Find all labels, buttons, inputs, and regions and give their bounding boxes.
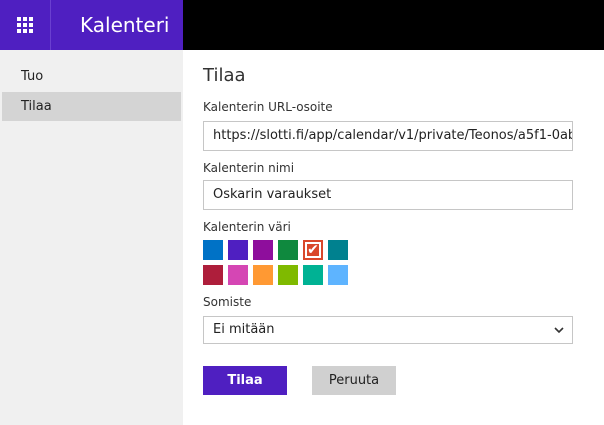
url-label: Kalenterin URL-osoite [203,100,333,114]
charm-select-value: Ei mitään [213,322,275,337]
charm-select[interactable]: Ei mitään [203,316,573,344]
color-swatch[interactable] [253,240,273,260]
color-swatch[interactable] [303,265,323,285]
chevron-down-icon [554,327,564,334]
sidebar-item-import[interactable]: Tuo [2,62,181,91]
color-swatch[interactable] [328,265,348,285]
top-bar: Kalenteri [0,0,604,50]
color-swatch[interactable]: ✔ [303,240,323,260]
sidebar-item-subscribe[interactable]: Tilaa [2,92,181,121]
color-swatch[interactable] [278,265,298,285]
app-title: Kalenteri [80,13,170,37]
color-swatch[interactable] [278,240,298,260]
waffle-grid-icon [17,17,33,33]
cancel-button[interactable]: Peruuta [312,366,396,395]
charm-label: Somiste [203,295,252,309]
page-title: Tilaa [203,65,246,86]
sidebar: Tuo Tilaa [0,50,183,425]
color-swatch[interactable] [228,240,248,260]
url-input[interactable]: https://slotti.fi/app/calendar/v1/privat… [203,121,573,151]
name-input[interactable]: Oskarin varaukset [203,180,573,210]
app-title-area[interactable]: Kalenteri [50,0,183,50]
color-swatch[interactable] [203,240,223,260]
name-label: Kalenterin nimi [203,161,295,175]
app-launcher-button[interactable] [0,0,50,50]
main-content: Tilaa Kalenterin URL-osoite https://slot… [183,50,604,425]
color-swatch[interactable] [253,265,273,285]
color-swatch[interactable] [328,240,348,260]
color-label: Kalenterin väri [203,220,291,234]
color-swatch[interactable] [228,265,248,285]
subscribe-button[interactable]: Tilaa [203,366,287,395]
checkmark-icon: ✔ [307,242,319,258]
color-swatch[interactable] [203,265,223,285]
